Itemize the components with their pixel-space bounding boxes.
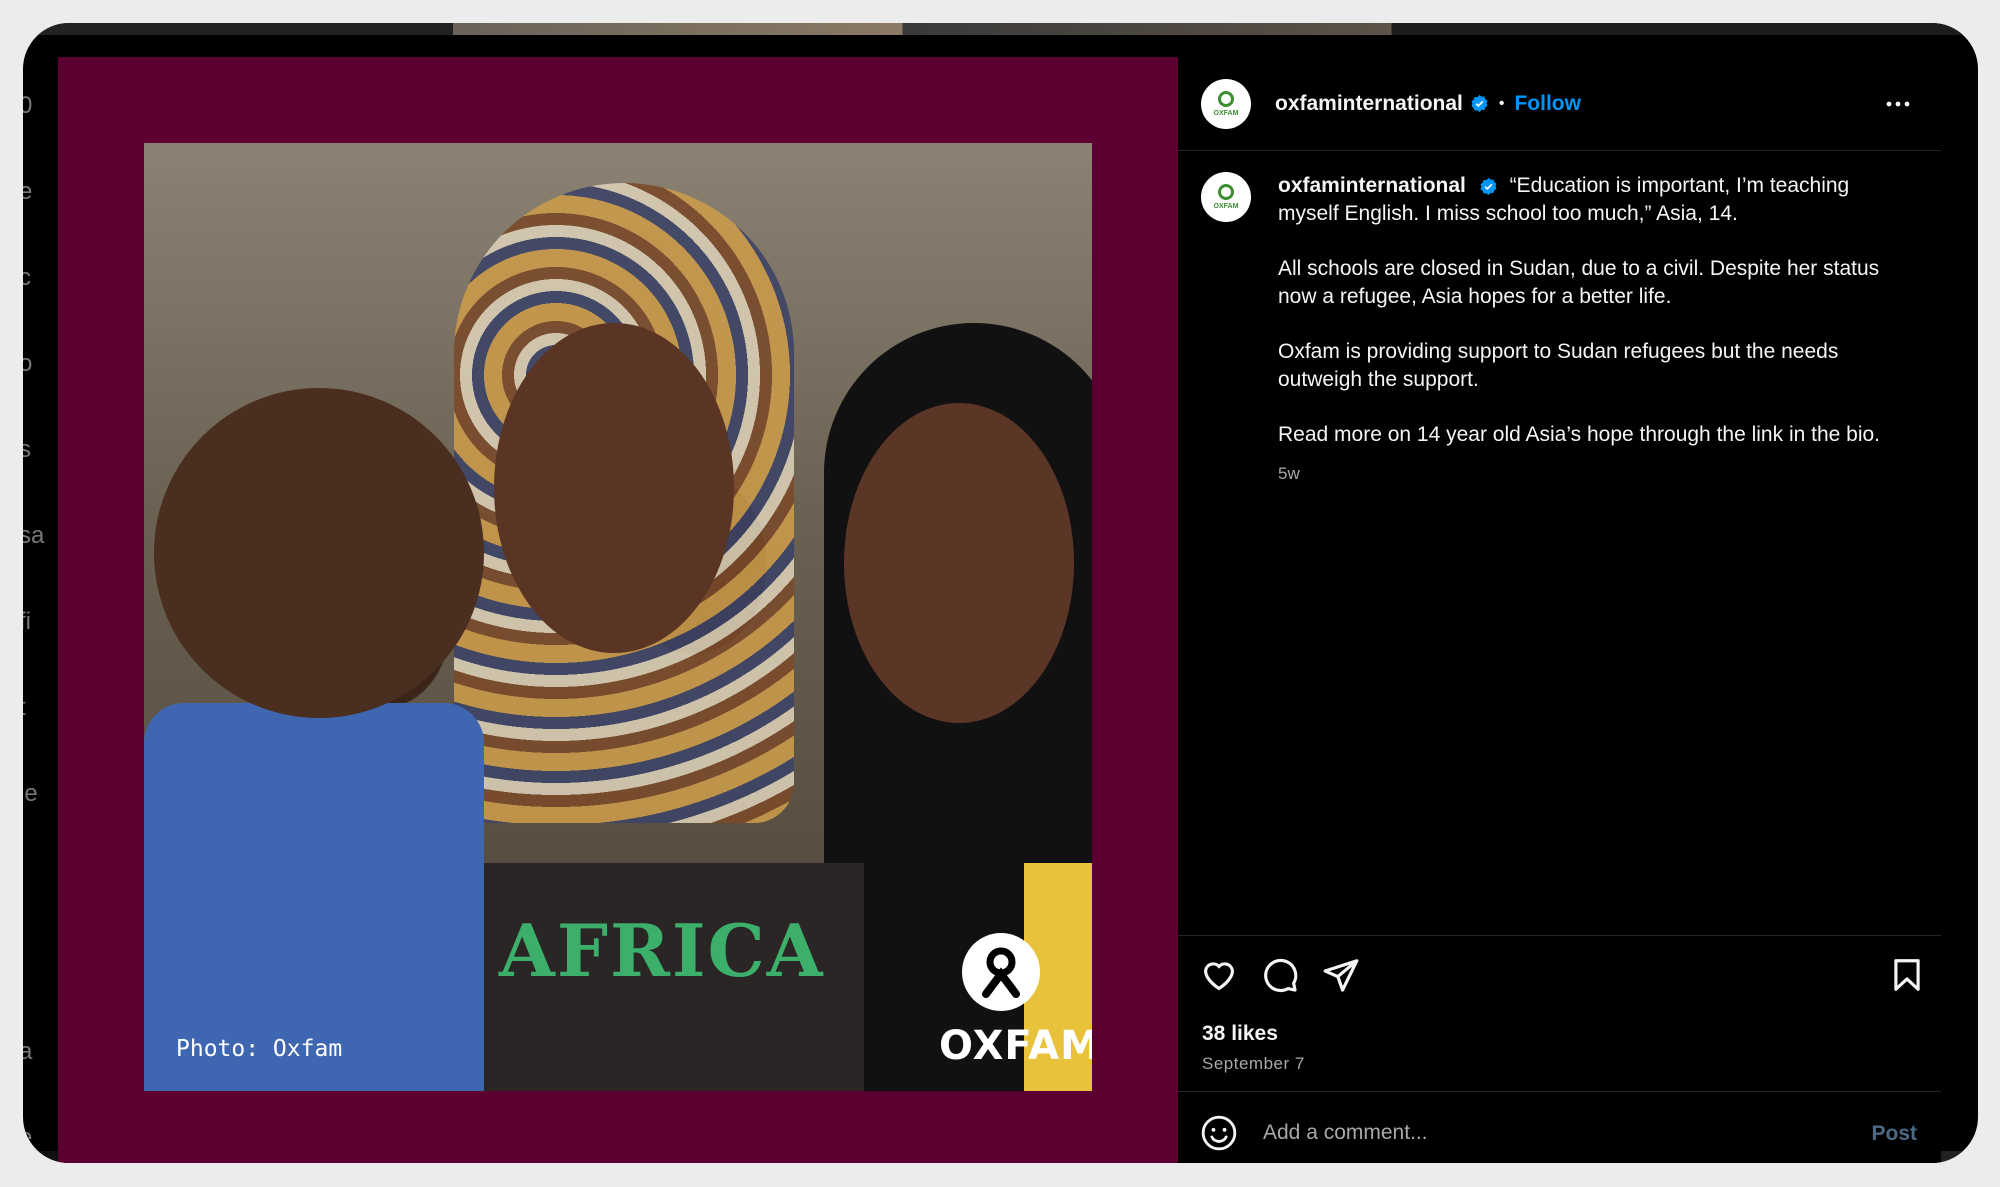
post-modal-window: 0 e c o s sa fi t le a e AFRICA Photo: O… [23, 23, 1978, 1163]
verified-badge-icon [1470, 94, 1489, 113]
photo-boy-head [154, 388, 484, 718]
bookmark-icon[interactable] [1888, 956, 1926, 994]
post-sidebar: OXFAM oxfaminternational • Follow OXFAM … [1178, 57, 1941, 1163]
caption-username[interactable]: oxfaminternational [1278, 174, 1466, 197]
oxfam-logo-icon [962, 933, 1040, 1011]
caption-paragraph: Read more on 14 year old Asia’s hope thr… [1278, 423, 1881, 446]
oxfam-avatar-icon [1218, 90, 1234, 107]
comment-bar: Post [1178, 1091, 1941, 1163]
photo-credit: Photo: Oxfam [176, 1036, 343, 1062]
follow-button[interactable]: Follow [1514, 92, 1581, 116]
post-header: OXFAM oxfaminternational • Follow [1178, 57, 1941, 151]
post-caption: OXFAM oxfaminternational “Education is i… [1201, 172, 1921, 488]
avatar[interactable]: OXFAM [1201, 172, 1251, 222]
post-photo: AFRICA Photo: Oxfam OXFAM [144, 143, 1092, 1091]
header-username[interactable]: oxfaminternational [1275, 92, 1463, 116]
comment-icon[interactable] [1261, 956, 1299, 994]
share-icon[interactable] [1322, 956, 1360, 994]
likes-count[interactable]: 38 likes [1202, 1022, 1278, 1046]
photo-blue-shirt [144, 703, 484, 1091]
separator-dot: • [1498, 94, 1505, 112]
avatar[interactable]: OXFAM [1201, 78, 1251, 129]
emoji-icon[interactable] [1200, 1114, 1238, 1152]
verified-badge-icon [1479, 177, 1498, 196]
photo-girl-face [844, 403, 1074, 723]
photo-shirt-text: AFRICA [499, 908, 825, 993]
post-comment-button[interactable]: Post [1871, 1122, 1917, 1146]
post-timestamp[interactable]: 5w [1278, 460, 1898, 488]
heart-icon[interactable] [1200, 956, 1238, 994]
caption-paragraph: All schools are closed in Sudan, due to … [1278, 257, 1880, 308]
comment-input[interactable] [1263, 1112, 1823, 1154]
caption-paragraph: Oxfam is providing support to Sudan refu… [1278, 340, 1839, 391]
oxfam-avatar-icon [1218, 184, 1234, 200]
oxfam-logo-text: OXFAM [939, 1023, 1092, 1069]
background-page-edge-text: 0 e c o s sa fi t le a e [23, 92, 45, 1151]
action-icons [1200, 956, 1920, 996]
caption-text: oxfaminternational “Education is importa… [1278, 172, 1898, 488]
photo-woman-face [494, 323, 734, 653]
post-media: AFRICA Photo: Oxfam OXFAM [58, 57, 1178, 1163]
post-date: September 7 [1202, 1054, 1305, 1073]
post-actions: 38 likes September 7 Post [1178, 935, 1941, 1163]
background-page-strip-top [23, 23, 1978, 35]
more-options-icon[interactable] [1883, 89, 1913, 119]
